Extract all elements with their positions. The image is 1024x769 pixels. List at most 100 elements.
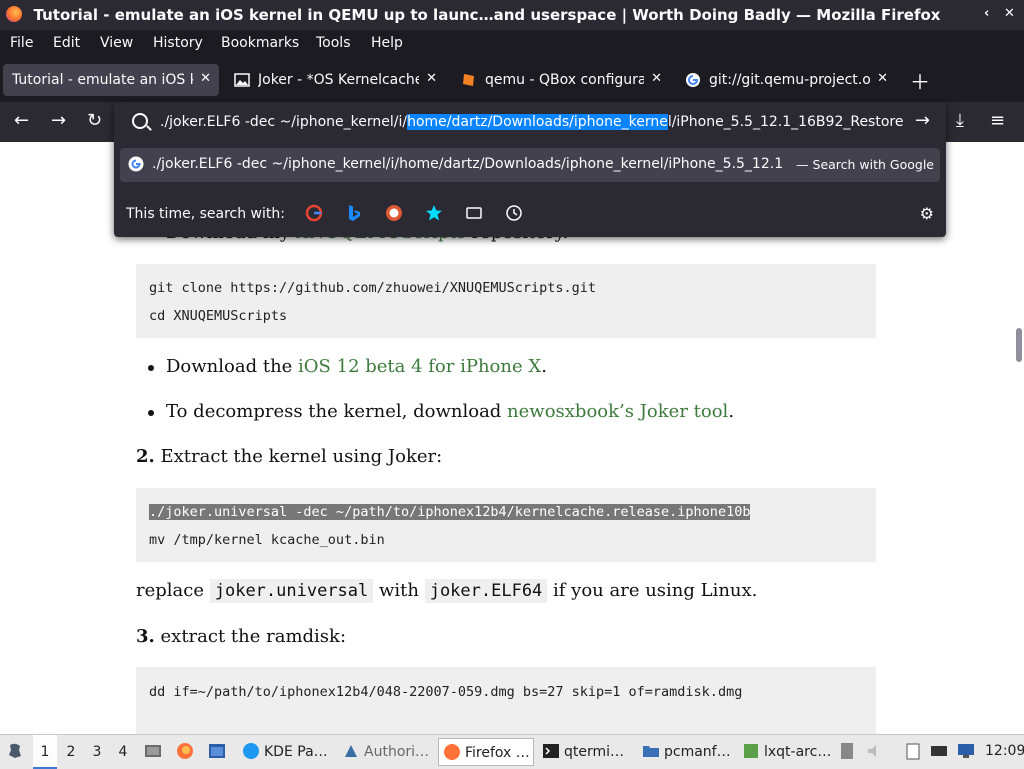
url-text-after: l/iPhone_5.5_12.1_16B92_Restore: [667, 114, 904, 130]
file-manager-launcher-icon[interactable]: [208, 742, 226, 760]
scrollbar-thumb[interactable]: [1016, 328, 1022, 362]
keyboard-icon[interactable]: [930, 742, 948, 760]
tab-qemu[interactable]: qemu - QBox configuration ✕: [452, 64, 670, 96]
task-kde[interactable]: KDE Pa…: [238, 738, 334, 766]
search-suggestion[interactable]: ./joker.ELF6 -dec ~/iphone_kernel/i/home…: [120, 148, 940, 182]
lock-icon: [345, 745, 357, 757]
clock[interactable]: 12:09: [985, 743, 1024, 759]
step-text: Extract the kernel using Joker:: [154, 446, 443, 467]
url-input[interactable]: ./joker.ELF6 -dec ~/iphone_kernel/i/home…: [122, 104, 938, 140]
step-text: extract the ramdisk:: [154, 626, 347, 647]
bullet-dot: [148, 410, 154, 416]
new-tab-button[interactable]: ＋: [910, 66, 930, 95]
network-icon[interactable]: [957, 742, 975, 760]
hamburger-menu-icon[interactable]: ≡: [990, 110, 1005, 131]
desktop-1[interactable]: 1: [33, 735, 57, 769]
close-tab-icon[interactable]: ✕: [651, 71, 662, 86]
code-block-clone: git clone https://github.com/zhuowei/XNU…: [136, 264, 876, 338]
task-authorization[interactable]: Authori…: [338, 738, 434, 766]
desktop-4[interactable]: 4: [111, 735, 135, 769]
menu-view[interactable]: View: [100, 35, 133, 51]
google-icon: [686, 73, 700, 87]
close-window-icon[interactable]: ✕: [1004, 6, 1015, 21]
tab-label: Joker - *OS Kernelcache & Kext: [258, 72, 419, 88]
window-titlebar: Tutorial - emulate an iOS kernel in QEMU…: [0, 0, 1024, 30]
reload-icon[interactable]: ↻: [87, 110, 102, 131]
tabs-icon[interactable]: [465, 204, 483, 222]
forward-arrow-icon[interactable]: →: [51, 110, 66, 131]
desktop-2[interactable]: 2: [59, 735, 83, 769]
task-pcmanfm[interactable]: pcmanf…: [638, 738, 734, 766]
go-arrow-icon[interactable]: →: [915, 110, 930, 131]
bullet-download-ios: Download the iOS 12 beta 4 for iPhone X.: [166, 356, 547, 377]
text: Download the: [166, 356, 299, 377]
url-text[interactable]: ./joker.ELF6 -dec ~/iphone_kernel/i/home…: [160, 114, 920, 130]
suggestion-text: ./joker.ELF6 -dec ~/iphone_kernel/i/home…: [152, 156, 782, 172]
show-desktop-icon[interactable]: [144, 742, 162, 760]
step-number: 3.: [136, 626, 155, 647]
downloads-icon[interactable]: ⤓: [956, 110, 964, 131]
tab-tutorial[interactable]: Tutorial - emulate an iOS kernel ✕: [3, 64, 219, 96]
task-label: KDE Pa…: [264, 744, 328, 760]
text: with: [373, 580, 425, 601]
inline-code: joker.ELF64: [424, 579, 548, 603]
firefox-launcher-icon[interactable]: [176, 742, 194, 760]
task-label: Firefox …: [465, 745, 530, 761]
text: .: [541, 356, 547, 377]
disk-icon[interactable]: [838, 742, 856, 760]
menu-file[interactable]: File: [10, 35, 33, 51]
task-firefox[interactable]: Firefox …: [438, 738, 534, 766]
app-menu-icon[interactable]: [6, 742, 24, 760]
url-text-selected: home/dartz/Downloads/iphone_kerne: [407, 114, 668, 130]
joker-tool-link[interactable]: newosxbook’s Joker tool: [507, 401, 728, 422]
desktop-3[interactable]: 3: [85, 735, 109, 769]
volume-icon[interactable]: [866, 742, 884, 760]
firefox-icon: [444, 744, 460, 760]
folder-icon: [643, 746, 659, 757]
step-3-heading: 3. extract the ramdisk:: [136, 626, 346, 647]
task-label: lxqt-arc…: [764, 744, 832, 760]
close-tab-icon[interactable]: ✕: [426, 71, 437, 86]
inline-code: joker.universal: [209, 579, 374, 603]
archive-icon: [744, 744, 758, 758]
task-qterminal[interactable]: qtermi…: [538, 738, 634, 766]
menu-tools[interactable]: Tools: [316, 35, 351, 51]
menu-edit[interactable]: Edit: [53, 35, 80, 51]
urlbar-dropdown: ./joker.ELF6 -dec ~/iphone_kernel/i/home…: [114, 102, 946, 237]
history-icon[interactable]: [505, 204, 523, 222]
tab-label: Tutorial - emulate an iOS kernel: [12, 72, 193, 88]
back-arrow-icon[interactable]: ←: [14, 110, 29, 131]
search-settings-gear-icon[interactable]: ⚙: [920, 204, 934, 223]
ios-12-beta-link[interactable]: iOS 12 beta 4 for iPhone X: [298, 356, 541, 377]
page-scrollbar[interactable]: [1012, 142, 1024, 734]
menu-bookmarks[interactable]: Bookmarks: [221, 35, 299, 51]
tab-joker[interactable]: Joker - *OS Kernelcache & Kext ✕: [225, 64, 445, 96]
menu-history[interactable]: History: [153, 35, 203, 51]
bookmarks-icon[interactable]: [425, 204, 443, 222]
clipboard-icon[interactable]: [904, 742, 922, 760]
kde-icon: [243, 743, 259, 759]
code-block-joker: ./joker.universal -dec ~/path/to/iphonex…: [136, 488, 876, 562]
bullet-decompress: To decompress the kernel, download newos…: [166, 401, 734, 422]
bing-icon[interactable]: [345, 204, 363, 222]
tab-git[interactable]: git://git.qemu-project.org ✕: [676, 64, 896, 96]
task-label: qtermi…: [564, 744, 625, 760]
minimize-icon[interactable]: ‹: [984, 6, 989, 21]
menu-help[interactable]: Help: [371, 35, 403, 51]
code-selection: ./joker.universal -dec ~/path/to/iphonex…: [149, 504, 751, 520]
close-tab-icon[interactable]: ✕: [200, 71, 211, 86]
code-line: dd if=~/path/to/iphonex12b4/048-22007-05…: [149, 684, 743, 700]
close-tab-icon[interactable]: ✕: [877, 71, 888, 86]
google-icon[interactable]: [305, 204, 323, 222]
task-label: Authori…: [364, 744, 430, 760]
code-line: git clone https://github.com/zhuowei/XNU…: [149, 280, 597, 296]
task-lxqt-archiver[interactable]: lxqt-arc…: [738, 738, 834, 766]
duckduckgo-icon[interactable]: [385, 204, 403, 222]
image-icon: [234, 73, 250, 87]
window-title: Tutorial - emulate an iOS kernel in QEMU…: [33, 6, 941, 24]
stackexchange-icon: [463, 74, 474, 86]
text: replace: [136, 580, 210, 601]
text: if you are using Linux.: [547, 580, 758, 601]
text: .: [728, 401, 735, 422]
google-icon: [128, 156, 144, 172]
